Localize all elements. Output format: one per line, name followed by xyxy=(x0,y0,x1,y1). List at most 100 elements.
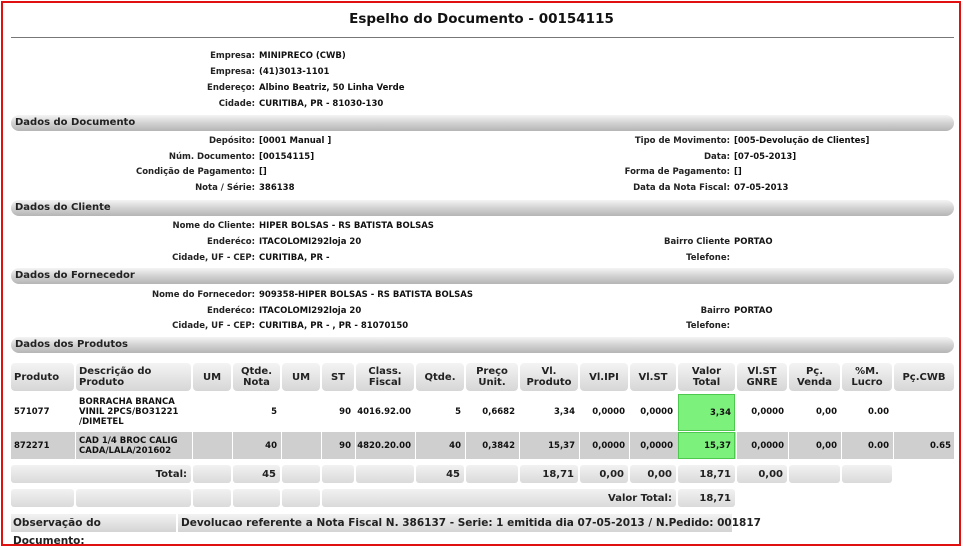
col-header-vl-st: Vl.ST xyxy=(630,363,676,391)
company-phone: (41)3013-1101 xyxy=(259,67,330,77)
bairro-cliente-label: Bairro Cliente xyxy=(663,237,730,247)
bairro-fornecedor-value: PORTAO xyxy=(734,306,773,316)
section-cliente: Dados do Cliente xyxy=(11,200,954,216)
row2-um-2 xyxy=(282,432,320,459)
total-st-blank xyxy=(322,465,354,483)
col-header-produto: Produto xyxy=(11,363,74,391)
section-produtos: Dados dos Produtos xyxy=(11,337,954,353)
endereco-fornecedor-value: ITACOLOMI292loja 20 xyxy=(259,306,362,316)
bairro-cliente-value: PORTAO xyxy=(734,237,773,247)
row2-vl-ipi: 0,0000 xyxy=(592,440,625,451)
col-header-m-lucro: %M. Lucro xyxy=(842,363,892,391)
bairro-fornecedor-label: Bairro xyxy=(700,306,730,316)
row2-vl-st: 0,0000 xyxy=(640,440,673,451)
nome-fornecedor-label: Nome do Fornecedor: xyxy=(151,290,255,300)
nota-serie-value: 386138 xyxy=(259,183,295,193)
row1-pc-venda: 0,00 xyxy=(816,407,837,417)
section-documento: Dados do Documento xyxy=(11,115,954,131)
total-um2-blank xyxy=(282,465,320,483)
row1-st: 90 xyxy=(339,407,351,417)
col-header-st: ST xyxy=(322,363,354,391)
section-fornecedor: Dados do Fornecedor xyxy=(11,268,954,284)
title-divider xyxy=(11,37,954,38)
row1-vl-produto: 3,34 xyxy=(554,407,575,417)
company-address-label: Endereço: xyxy=(207,83,255,93)
row2-descricao: CAD 1/4 BROC CALIG CADA/LALA/201602 xyxy=(79,435,178,456)
total-class-blank xyxy=(356,465,414,483)
nome-cliente-value: HIPER BOLSAS - RS BATISTA BOLSAS xyxy=(259,221,434,231)
valor-total-value: 18,71 xyxy=(678,489,735,507)
deposito-label: Depósito: xyxy=(208,136,255,146)
observacao-value: Devolucao referente a Nota Fiscal N. 386… xyxy=(178,514,761,532)
col-header-valor-total: Valor Total xyxy=(678,363,735,391)
forma-pagamento-value: [] xyxy=(734,167,742,177)
total-um-blank xyxy=(193,465,231,483)
total-preco-blank xyxy=(466,465,518,483)
col-header-vl-st-gnre: Vl.ST GNRE xyxy=(737,363,787,391)
col-header-class-fiscal: Class. Fiscal xyxy=(356,363,414,391)
total-vl-produto: 18,71 xyxy=(520,465,578,483)
row2-class-fiscal: 4820.20.00 xyxy=(357,440,411,451)
row2-qtde: 40 xyxy=(449,440,461,451)
vt-blank-4 xyxy=(233,489,280,507)
row1-um-2 xyxy=(282,393,320,431)
vt-blank-1 xyxy=(11,489,74,507)
telefone-fornecedor-label: Telefone: xyxy=(686,321,730,331)
row2-valor-total: 15,37 xyxy=(678,432,735,459)
row1-descricao: BORRACHA BRANCA VINIL 2PCS/BO31221 /DIME… xyxy=(79,397,179,427)
observacao-label: Observação do Documento: xyxy=(11,514,176,547)
company-city-label: Cidade: xyxy=(218,99,255,109)
row2-qtde-nota: 40 xyxy=(265,440,277,451)
row2-pc-cwb: 0.65 xyxy=(930,440,951,451)
col-header-pc-cwb: Pç.CWB xyxy=(894,363,954,391)
total-qtde-nota: 45 xyxy=(233,465,280,483)
col-header-qtde-nota: Qtde. Nota xyxy=(233,363,280,391)
condicao-pagamento-label: Condição de Pagamento: xyxy=(135,167,255,177)
data-label: Data: xyxy=(704,152,730,162)
page-title: Espelho do Documento - 00154115 xyxy=(349,11,614,27)
vt-blank-5 xyxy=(282,489,320,507)
forma-pagamento-label: Forma de Pagamento: xyxy=(624,167,730,177)
company-address: Albino Beatriz, 50 Linha Verde xyxy=(259,83,405,93)
col-header-pc-venda: Pç. Venda xyxy=(789,363,840,391)
col-header-preco-unit: Preço Unit. xyxy=(466,363,518,391)
total-qtde: 45 xyxy=(416,465,464,483)
total-label: Total: xyxy=(11,465,191,483)
row1-produto: 571077 xyxy=(14,407,50,417)
row1-class-fiscal: 4016.92.00 xyxy=(357,407,411,417)
col-header-vl-ipi: Vl.IPI xyxy=(580,363,628,391)
cidade-fornecedor-label: Cidade, UF - CEP: xyxy=(172,321,255,331)
row2-m-lucro: 0.00 xyxy=(868,440,889,451)
telefone-cliente-label: Telefone: xyxy=(686,253,730,263)
row2-vl-produto: 15,37 xyxy=(548,440,575,451)
total-valor-total: 18,71 xyxy=(678,465,735,483)
nome-cliente-label: Nome do Cliente: xyxy=(172,221,255,231)
row2-vl-st-gnre: 0,0000 xyxy=(751,440,784,451)
row2-produto: 872271 xyxy=(14,440,50,451)
row1-um xyxy=(193,393,231,431)
col-header-um: UM xyxy=(193,363,231,391)
company-city: CURITIBA, PR - 81030-130 xyxy=(259,99,384,109)
row1-preco-unit: 0,6682 xyxy=(482,407,515,417)
nome-fornecedor-value: 909358-HIPER BOLSAS - RS BATISTA BOLSAS xyxy=(259,290,473,300)
vt-blank-2 xyxy=(76,489,191,507)
total-vl-st: 0,00 xyxy=(630,465,676,483)
row1-vl-st-gnre: 0,0000 xyxy=(751,407,784,417)
row1-vl-ipi: 0,0000 xyxy=(592,407,625,417)
col-header-descricao: Descrição do Produto xyxy=(76,363,191,391)
total-vl-ipi: 0,00 xyxy=(580,465,628,483)
total-lucro-blank xyxy=(842,465,892,483)
vt-blank-3 xyxy=(193,489,231,507)
endereco-cliente-value: ITACOLOMI292loja 20 xyxy=(259,237,362,247)
row1-qtde: 5 xyxy=(455,407,461,417)
cidade-cliente-label: Cidade, UF - CEP: xyxy=(172,253,255,263)
condicao-pagamento-value: [] xyxy=(259,167,267,177)
row1-pc-cwb xyxy=(894,393,954,431)
valor-total-label: Valor Total: xyxy=(322,489,676,507)
data-nota-fiscal-label: Data da Nota Fiscal: xyxy=(633,183,730,193)
cidade-fornecedor-value: CURITIBA, PR - , PR - 81070150 xyxy=(259,321,409,331)
company-name: MINIPRECO (CWB) xyxy=(259,51,346,61)
total-vl-st-gnre: 0,00 xyxy=(737,465,787,483)
num-documento-label: Núm. Documento: xyxy=(168,152,255,162)
total-pc-venda-blank xyxy=(789,465,840,483)
